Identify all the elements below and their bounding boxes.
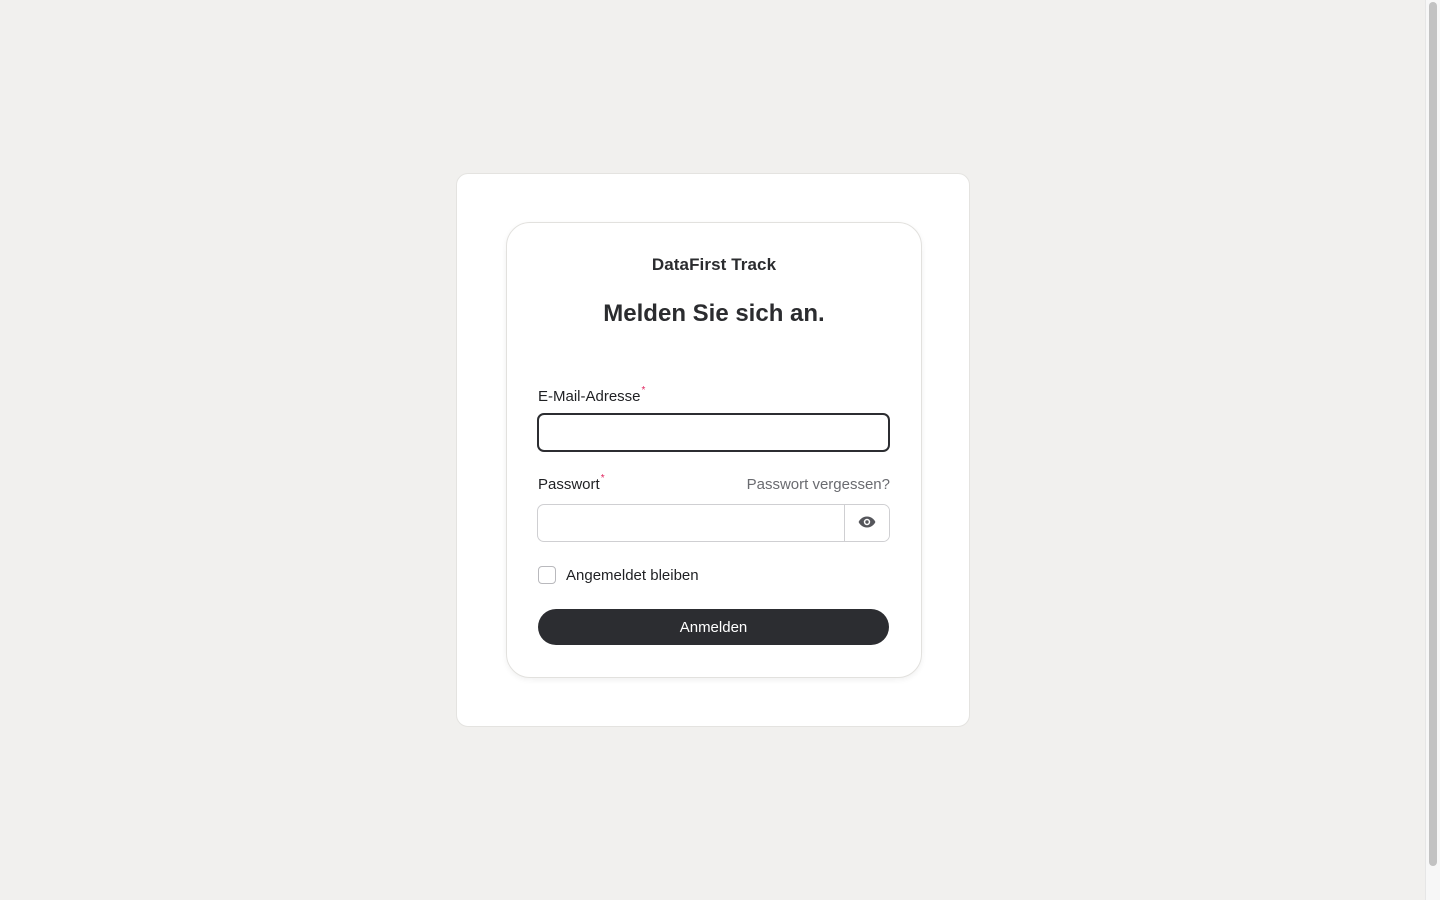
email-label: E-Mail-Adresse* [538, 385, 646, 405]
login-button[interactable]: Anmelden [538, 609, 889, 645]
page-title: Melden Sie sich an. [603, 300, 825, 327]
brand-name: DataFirst Track [651, 255, 777, 274]
password-label-text: Passwort [538, 476, 600, 493]
email-input[interactable] [537, 413, 890, 452]
show-password-button[interactable] [844, 505, 889, 541]
login-container: DataFirst Track Melden Sie sich an. E-Ma… [456, 173, 970, 727]
remember-me-checkbox[interactable] [538, 566, 556, 584]
remember-me-row: Angemeldet bleiben [538, 566, 699, 584]
login-card: DataFirst Track Melden Sie sich an. E-Ma… [506, 222, 922, 678]
remember-me-label[interactable]: Angemeldet bleiben [566, 567, 699, 584]
forgot-password-link[interactable]: Passwort vergessen? [747, 476, 890, 493]
password-required-mark: * [600, 473, 605, 484]
eye-icon [858, 516, 876, 531]
password-field-group [537, 504, 890, 542]
email-required-mark: * [641, 385, 646, 396]
password-input[interactable] [538, 505, 844, 541]
scrollbar-track[interactable] [1425, 0, 1440, 900]
password-label: Passwort* [538, 473, 605, 493]
email-label-text: E-Mail-Adresse [538, 388, 641, 405]
scrollbar-thumb[interactable] [1429, 2, 1437, 866]
